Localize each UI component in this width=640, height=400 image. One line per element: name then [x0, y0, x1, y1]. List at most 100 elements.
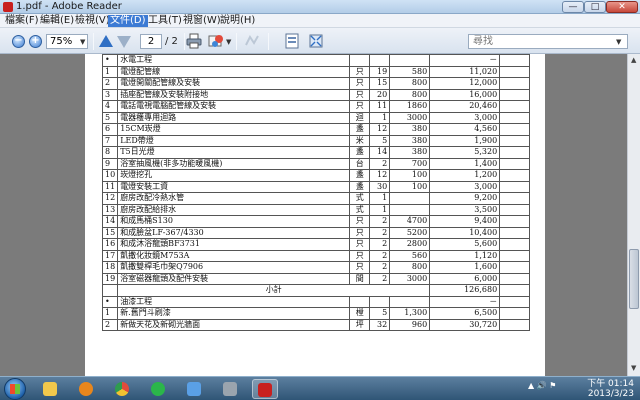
item-unit: 盞	[349, 146, 371, 159]
search-input[interactable]: 尋找	[468, 34, 628, 49]
document-viewport[interactable]: • 水電工程－ 1 電燈配管線只 19 580 11,020 2 電燈開關配管線及安裝只 15 80…	[0, 54, 640, 376]
menu-help[interactable]: 說明(H)	[218, 15, 257, 27]
next-page-button[interactable]	[117, 36, 131, 48]
item-unit-price: 380	[389, 134, 431, 147]
table-row: 15 和成臉盆LF-367/4330 只 2 5200 10,400	[101, 226, 531, 239]
item-unit: 式	[349, 192, 371, 205]
zoom-in-button[interactable]: +	[29, 35, 42, 48]
table-row: 10 崁燈挖孔盞 12 100 1,200	[101, 169, 531, 182]
menu-edit[interactable]: 編輯(E)	[38, 15, 76, 27]
remark-cell	[499, 88, 531, 101]
remark-cell	[499, 180, 531, 193]
taskbar-line[interactable]	[146, 379, 172, 399]
row-number: 1	[101, 307, 119, 320]
section-header-row: • 水電工程 －	[101, 54, 531, 67]
subtotal-amount: 126,680	[429, 284, 501, 297]
item-name: 廚房改配給排水	[117, 203, 351, 216]
item-quantity: 1	[369, 192, 391, 205]
toolbar-separator	[184, 33, 185, 50]
item-amount: 5,320	[429, 146, 501, 159]
taskbar-explorer[interactable]	[38, 379, 64, 399]
taskbar-chrome[interactable]	[110, 379, 136, 399]
item-amount: 10,400	[429, 226, 501, 239]
item-quantity: 5	[369, 134, 391, 147]
menu-window[interactable]: 視窗(W)	[181, 15, 223, 27]
item-unit: 式	[349, 203, 371, 216]
email-icon[interactable]	[208, 33, 224, 49]
email-dropdown-icon[interactable]: ▼	[226, 38, 231, 46]
item-quantity: 5	[369, 307, 391, 320]
item-amount: 9,200	[429, 192, 501, 205]
scrollbar-thumb[interactable]	[629, 249, 639, 309]
clock[interactable]: 下午 01:14 2013/3/23	[578, 379, 634, 399]
taskbar-adobe-reader[interactable]	[252, 379, 278, 399]
taskbar-app-game[interactable]	[182, 379, 208, 399]
item-amount: 3,000	[429, 180, 501, 193]
remark-cell	[499, 146, 531, 159]
menu-tools[interactable]: 工具(T)	[146, 15, 184, 27]
zoom-dropdown-icon[interactable]: ▼	[80, 38, 85, 46]
item-amount: 1,400	[429, 157, 501, 170]
table-row: 13 廚房改配給排水式 1 3,500	[101, 203, 531, 216]
item-quantity: 2	[369, 226, 391, 239]
start-button[interactable]	[4, 378, 26, 400]
menu-view[interactable]: 檢視(V)	[73, 15, 112, 27]
item-unit-price: 700	[389, 157, 431, 170]
item-amount: 3,500	[429, 203, 501, 216]
adobe-reader-icon	[3, 2, 13, 12]
remark-cell	[499, 77, 531, 90]
item-unit: 只	[349, 65, 371, 78]
remark-cell	[499, 111, 531, 124]
item-amount: 1,200	[429, 169, 501, 182]
minimize-button[interactable]: —	[562, 1, 584, 13]
full-screen-icon[interactable]	[308, 33, 324, 49]
sign-icon[interactable]	[244, 33, 260, 49]
maximize-button[interactable]: □	[584, 1, 606, 13]
item-name: 電器穫專用迴路	[117, 111, 351, 124]
row-number: 8	[101, 146, 119, 159]
item-unit: 坪	[349, 318, 371, 331]
system-tray[interactable]: ▲ 🔊 ⚑	[528, 381, 556, 390]
table-row: 2 新做天花及新砌光牆面坪 32 960 30,720	[101, 318, 531, 331]
item-amount: 16,000	[429, 88, 501, 101]
table-row: 3 插座配管線及安裝附接地只 20 800 16,000	[101, 88, 531, 101]
toolbar-separator	[268, 33, 269, 50]
taskbar-media-player[interactable]	[74, 379, 100, 399]
item-unit-price: 800	[389, 77, 431, 90]
item-quantity: 1	[369, 203, 391, 216]
print-icon[interactable]	[186, 33, 202, 49]
remark-cell	[499, 318, 531, 331]
menu-file[interactable]: 檔案(F)	[3, 15, 41, 27]
close-button[interactable]: ✕	[606, 1, 638, 13]
section-header-row: • 油漆工程 －	[101, 295, 531, 308]
search-dropdown-icon[interactable]: ▼	[616, 38, 621, 46]
empty-cell	[389, 54, 431, 67]
item-name: 電燈配管線	[117, 65, 351, 78]
menu-document[interactable]: 文件(D)	[108, 15, 148, 27]
windows-logo-icon	[10, 384, 20, 394]
item-amount: 1,120	[429, 249, 501, 262]
item-quantity: 11	[369, 100, 391, 113]
row-number: 18	[101, 261, 119, 274]
empty-cell	[349, 295, 371, 308]
row-number: 12	[101, 192, 119, 205]
item-quantity: 2	[369, 238, 391, 251]
title-bar: 1.pdf - Adobe Reader — □ ✕	[0, 0, 640, 14]
item-unit: 樘	[349, 307, 371, 320]
empty-cell	[369, 54, 391, 67]
vertical-scrollbar[interactable]: ▲ ▼	[627, 54, 640, 376]
page-number-input[interactable]: 2	[140, 34, 162, 49]
toolbar: − + 75% ▼ 2 / 2 ▼ 尋找 ▼	[0, 28, 640, 54]
item-unit: 迴	[349, 111, 371, 124]
item-name: 凱撒雙桿毛巾架Q7906	[117, 261, 351, 274]
fit-width-icon[interactable]	[284, 33, 300, 49]
table-row: 7 LED帶燈米 5 380 1,900	[101, 134, 531, 147]
scroll-down-icon[interactable]: ▼	[631, 364, 636, 372]
previous-page-button[interactable]	[99, 35, 113, 47]
table-row: 11 電燈安裝工資盞 30 100 3,000	[101, 180, 531, 193]
zoom-out-button[interactable]: −	[12, 35, 25, 48]
item-unit-price: 560	[389, 249, 431, 262]
item-unit: 只	[349, 77, 371, 90]
taskbar-printer[interactable]	[218, 379, 244, 399]
scroll-up-icon[interactable]: ▲	[631, 56, 636, 64]
